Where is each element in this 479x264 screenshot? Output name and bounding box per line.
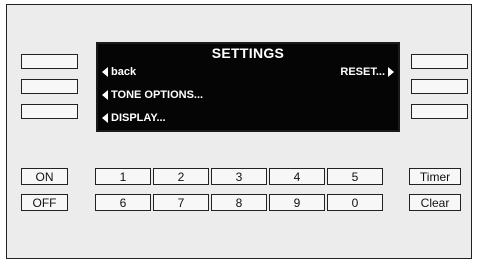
left-softkey-1[interactable] [21,54,78,69]
digit-4-button[interactable]: 4 [269,168,325,185]
arrow-right-icon [388,67,394,77]
on-button[interactable]: ON [21,168,68,185]
digit-0-button[interactable]: 0 [327,194,383,211]
menu-item-back[interactable]: back [102,65,136,79]
digit-1-button[interactable]: 1 [95,168,151,185]
menu-item-tone-options[interactable]: TONE OPTIONS... [102,88,203,102]
menu-item-reset[interactable]: RESET... [340,65,394,79]
menu-item-back-label: back [111,66,137,78]
screen-title: SETTINGS [211,45,285,61]
digit-5-button[interactable]: 5 [327,168,383,185]
menu-item-tone-options-label: TONE OPTIONS... [111,89,204,101]
digit-3-button[interactable]: 3 [211,168,267,185]
arrow-left-icon [102,90,108,100]
menu-item-display[interactable]: DISPLAY... [102,111,166,125]
right-softkey-3[interactable] [411,104,468,119]
digit-8-button[interactable]: 8 [211,194,267,211]
off-button[interactable]: OFF [21,194,68,211]
digit-2-button[interactable]: 2 [153,168,209,185]
lcd-screen: SETTINGS back RESET... TONE OPTIONS... D… [96,42,400,132]
left-softkey-2[interactable] [21,79,78,94]
digit-6-button[interactable]: 6 [95,194,151,211]
right-softkey-1[interactable] [411,54,468,69]
control-panel: SETTINGS back RESET... TONE OPTIONS... D… [6,4,472,259]
timer-button[interactable]: Timer [409,168,461,185]
left-softkey-3[interactable] [21,104,78,119]
menu-item-display-label: DISPLAY... [111,112,166,124]
clear-button[interactable]: Clear [409,194,461,211]
arrow-left-icon [102,67,108,77]
digit-9-button[interactable]: 9 [269,194,325,211]
arrow-left-icon [102,113,108,123]
menu-item-reset-label: RESET... [340,66,385,78]
digit-7-button[interactable]: 7 [153,194,209,211]
right-softkey-2[interactable] [411,79,468,94]
